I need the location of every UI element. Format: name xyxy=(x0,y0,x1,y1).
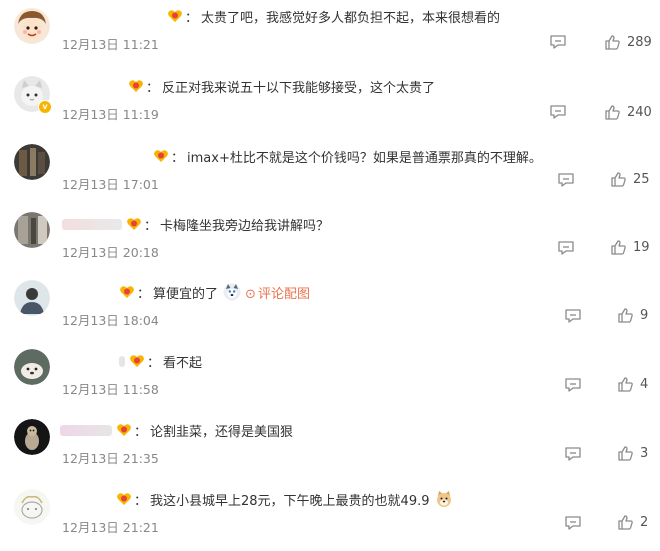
photo-avatar-icon[interactable] xyxy=(14,212,50,248)
comment-item: ：我这小县城早上28元，下午晚上最贵的也就49.9 12月13日 21:21 2 xyxy=(0,483,660,551)
like-button[interactable]: 9 xyxy=(617,307,648,324)
like-button[interactable]: 19 xyxy=(610,239,650,256)
cartoon-girl-avatar-icon[interactable] xyxy=(14,8,50,44)
reply-icon[interactable] xyxy=(564,446,582,462)
comment-image-link[interactable]: ⊙ 评论配图 xyxy=(245,283,310,302)
reply-icon[interactable] xyxy=(557,240,575,256)
comment-item: ： imax+杜比不就是这个价钱吗？如果是普通票那真的不理解。 12月13日 17… xyxy=(0,140,660,208)
comment-time: 12月13日 21:35 xyxy=(62,451,159,466)
comment-item: ：算便宜的了 ⊙ 评论配图 12月13日 18:04 9 xyxy=(0,276,660,344)
like-count: 2 xyxy=(640,515,649,530)
doge-emoji-icon xyxy=(435,490,453,508)
username-redacted xyxy=(62,218,122,230)
comment-text: 反正对我来说五十以下我能够接受，这个太贵了 xyxy=(162,80,436,96)
thumb-up-icon xyxy=(604,104,621,121)
like-count: 25 xyxy=(633,172,650,187)
like-button[interactable]: 4 xyxy=(617,376,648,393)
reply-icon[interactable] xyxy=(549,104,567,120)
comment-item: ：太贵了吧，我感觉好多人都负担不起，本来很想看的 12月13日 11:21 28… xyxy=(0,0,660,68)
thumb-up-icon xyxy=(610,239,627,256)
image-link-icon: ⊙ xyxy=(245,286,256,302)
verified-badge: v xyxy=(38,100,52,114)
fan-heart-badge-icon xyxy=(128,79,144,93)
thumb-up-icon xyxy=(604,34,621,51)
like-button[interactable]: 289 xyxy=(604,34,652,51)
reply-icon[interactable] xyxy=(564,308,582,324)
like-count: 289 xyxy=(627,35,652,50)
comment-time: 12月13日 11:21 xyxy=(62,37,159,52)
like-count: 240 xyxy=(627,105,652,120)
fan-heart-badge-icon xyxy=(129,354,145,368)
comment-text: imax+杜比不就是这个价钱吗？如果是普通票那真的不理解。 xyxy=(187,150,542,166)
comment-text: 卡梅隆坐我旁边给我讲解吗？ xyxy=(160,218,330,234)
like-button[interactable]: 240 xyxy=(604,104,652,121)
fan-heart-badge-icon xyxy=(167,9,183,23)
comment-time: 12月13日 20:18 xyxy=(62,245,159,260)
thumb-up-icon xyxy=(617,376,634,393)
comment-item: ：看不起 12月13日 11:58 4 xyxy=(0,345,660,413)
fan-heart-badge-icon xyxy=(126,217,142,231)
like-count: 19 xyxy=(633,240,650,255)
animal-avatar-icon[interactable] xyxy=(14,419,50,455)
thumb-up-icon xyxy=(617,445,634,462)
comment-time: 12月13日 21:21 xyxy=(62,520,159,535)
comment-text: 看不起 xyxy=(163,355,203,371)
person-avatar-icon[interactable] xyxy=(14,280,50,316)
comment-item: ：论割韭菜，还得是美国狠 12月13日 21:35 3 xyxy=(0,414,660,482)
like-button[interactable]: 25 xyxy=(610,171,650,188)
comment-text: 论割韭菜，还得是美国狠 xyxy=(150,424,294,440)
thumb-up-icon xyxy=(610,171,627,188)
username-redacted xyxy=(60,424,112,436)
like-count: 3 xyxy=(640,446,649,461)
dog-avatar-icon[interactable] xyxy=(14,349,50,385)
thumb-up-icon xyxy=(617,307,634,324)
comment-item: v ：反正对我来说五十以下我能够接受，这个太贵了 12月13日 11:19 24… xyxy=(0,70,660,138)
fan-heart-badge-icon xyxy=(116,423,132,437)
comment-text: 我这小县城早上28元，下午晚上最贵的也就49.9 xyxy=(150,493,430,509)
comment-text: 太贵了吧，我感觉好多人都负担不起，本来很想看的 xyxy=(201,10,501,26)
comment-time: 12月13日 18:04 xyxy=(62,313,159,328)
like-button[interactable]: 2 xyxy=(617,514,648,531)
reply-icon[interactable] xyxy=(564,515,582,531)
fan-heart-badge-icon xyxy=(119,285,135,299)
comment-time: 12月13日 11:19 xyxy=(62,107,159,122)
like-count: 9 xyxy=(640,308,649,323)
reply-icon[interactable] xyxy=(564,377,582,393)
like-button[interactable]: 3 xyxy=(617,445,648,462)
reply-icon[interactable] xyxy=(549,34,567,50)
thumb-up-icon xyxy=(617,514,634,531)
comment-item: ：卡梅隆坐我旁边给我讲解吗？ 12月13日 20:18 19 xyxy=(0,208,660,276)
comment-text: 算便宜的了 xyxy=(153,286,219,302)
comment-time: 12月13日 17:01 xyxy=(62,177,159,192)
username-redacted xyxy=(119,355,125,367)
sketch-avatar-icon[interactable] xyxy=(14,489,50,525)
photo-avatar-icon[interactable] xyxy=(14,144,50,180)
like-count: 4 xyxy=(640,377,649,392)
comment-time: 12月13日 11:58 xyxy=(62,382,159,397)
fan-heart-badge-icon xyxy=(153,149,169,163)
reply-icon[interactable] xyxy=(557,172,575,188)
fan-heart-badge-icon xyxy=(116,492,132,506)
husky-emoji-icon xyxy=(223,283,241,301)
